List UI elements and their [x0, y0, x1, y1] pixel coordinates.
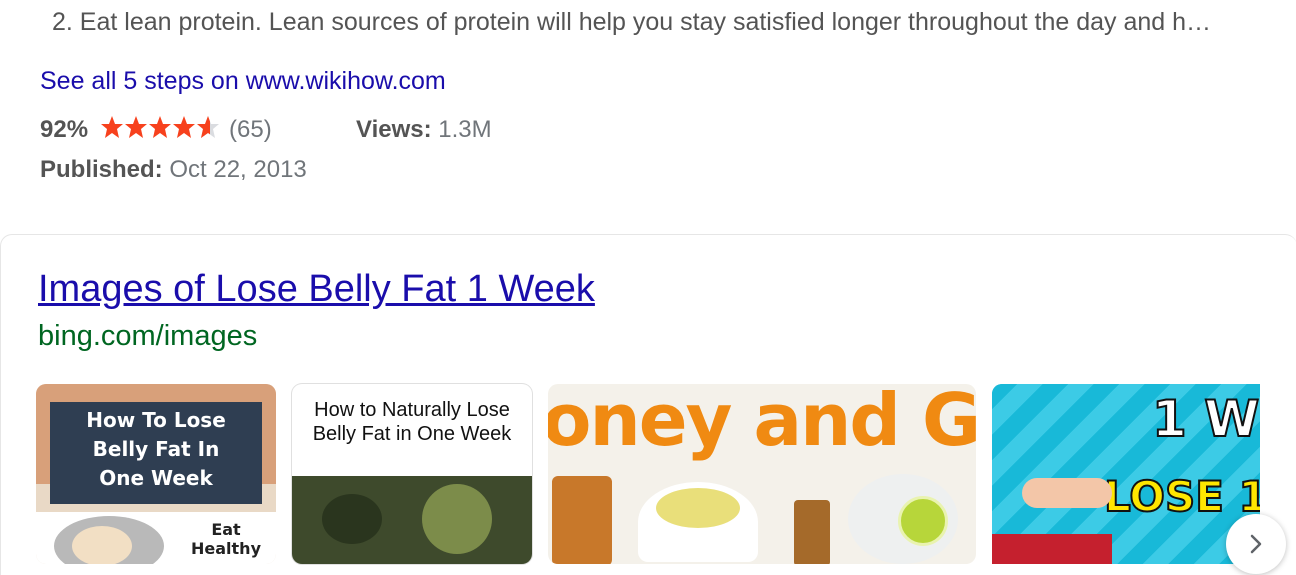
rating-percent: 92% — [40, 116, 89, 143]
star-icon — [173, 116, 195, 138]
star-icon — [125, 116, 147, 138]
thumb-1-caption: How To Lose Belly Fat In One Week — [50, 402, 262, 504]
star-half-icon — [197, 116, 210, 138]
image-thumbnail-1[interactable]: How To Lose Belly Fat In One Week Eat He… — [36, 384, 276, 564]
star-icon — [101, 116, 123, 138]
image-thumbnail-3[interactable]: oney and Garl — [548, 384, 976, 564]
star-icon — [149, 116, 171, 138]
thumb-4-caption-bottom: LOSE 1 — [1103, 471, 1260, 522]
thumb-3-caption: oney and Garl — [548, 384, 976, 462]
next-images-button[interactable] — [1226, 514, 1286, 574]
thumb-1-subcaption: Eat Healthy — [191, 520, 261, 558]
step-2-text: 2. Eat lean protein. Lean sources of pro… — [52, 8, 1212, 36]
image-thumbnail-4[interactable]: 1 W LOSE 1 — [992, 384, 1260, 564]
rating-stars — [101, 116, 219, 138]
published-info: Published: Oct 22, 2013 — [40, 156, 307, 183]
images-source-url: bing.com/images — [38, 320, 258, 352]
rating-count: (65) — [229, 116, 272, 143]
image-thumbnail-2[interactable]: How to Naturally Lose Belly Fat in One W… — [292, 384, 532, 564]
chevron-right-icon — [1250, 534, 1262, 554]
see-all-steps-link[interactable]: See all 5 steps on www.wikihow.com — [40, 67, 446, 96]
images-title-link[interactable]: Images of Lose Belly Fat 1 Week — [38, 268, 595, 311]
thumb-4-caption-top: 1 W — [1151, 389, 1260, 449]
views-info: Views: 1.3M — [356, 116, 492, 143]
thumb-2-caption: How to Naturally Lose Belly Fat in One W… — [312, 399, 512, 445]
